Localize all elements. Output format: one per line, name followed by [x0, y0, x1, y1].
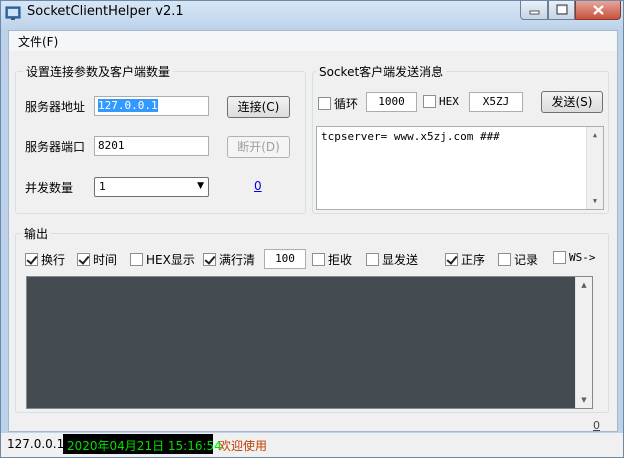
time-label: 时间	[93, 253, 118, 267]
disconnect-button[interactable]: 断开(D)	[227, 136, 290, 158]
output-group: 输出 换行 时间 HEX显示 满行清 100 拒收 显发送 正序 记录 WS->…	[15, 225, 609, 413]
status-ip: 127.0.0.1	[7, 437, 65, 451]
server-port-label: 服务器端口	[25, 140, 86, 154]
server-address-input[interactable]: 127.0.0.1	[94, 96, 209, 116]
menu-bar: 文件(F)	[9, 31, 617, 51]
status-bar: 127.0.0.1 2020年04月21日 15:16:54 欢迎使用	[1, 433, 623, 457]
record-checkbox-box	[498, 253, 511, 266]
ascending-label: 正序	[461, 253, 486, 267]
connection-settings-group: 设置连接参数及客户端数量 服务器地址 127.0.0.1 连接(C) 服务器端口…	[15, 63, 306, 214]
scroll-down-icon[interactable]: ▼	[576, 392, 592, 408]
show-sent-checkbox-box	[366, 253, 379, 266]
maximize-button[interactable]	[548, 1, 575, 20]
send-message-group: Socket客户端发送消息 循环 1000 HEX X5ZJ 发送(S) tcp…	[312, 63, 609, 214]
clear-when-full-checkbox-box	[203, 253, 216, 266]
reject-checkbox-box	[312, 253, 325, 266]
record-label: 记录	[514, 253, 539, 267]
loop-label: 循环	[334, 97, 359, 111]
connection-settings-title: 设置连接参数及客户端数量	[23, 63, 174, 80]
client-area: 文件(F) 设置连接参数及客户端数量 服务器地址 127.0.0.1 连接(C)…	[8, 30, 618, 432]
wrap-checkbox[interactable]: 换行	[25, 251, 65, 268]
loop-checkbox[interactable]: 循环	[318, 95, 358, 112]
ascending-checkbox-box	[445, 253, 458, 266]
time-checkbox[interactable]: 时间	[77, 251, 117, 268]
websocket-label: WS->	[569, 251, 596, 264]
server-address-label: 服务器地址	[25, 100, 86, 114]
send-message-scrollbar[interactable]: ▲ ▼	[586, 127, 603, 209]
ascending-checkbox[interactable]: 正序	[445, 251, 485, 268]
hex-display-checkbox-box	[130, 253, 143, 266]
scroll-up-icon[interactable]: ▲	[576, 277, 592, 293]
hex-display-checkbox[interactable]: HEX显示	[130, 251, 195, 268]
concurrency-count-link[interactable]: 0	[254, 179, 262, 193]
close-button[interactable]	[575, 1, 621, 20]
hex-checkbox[interactable]: HEX	[423, 95, 459, 108]
minimize-icon	[529, 10, 540, 15]
concurrency-select[interactable]: 1 ▼	[94, 177, 209, 197]
server-port-input[interactable]: 8201	[94, 136, 209, 156]
send-message-title: Socket客户端发送消息	[316, 63, 447, 80]
send-button[interactable]: 发送(S)	[541, 91, 603, 113]
menu-file[interactable]: 文件(F)	[18, 33, 58, 50]
wrap-label: 换行	[41, 253, 66, 267]
server-address-value: 127.0.0.1	[98, 99, 158, 112]
record-checkbox[interactable]: 记录	[498, 251, 538, 268]
status-welcome: 欢迎使用	[219, 439, 268, 453]
reject-label: 拒收	[328, 253, 353, 267]
loop-interval-input[interactable]: 1000	[366, 92, 417, 112]
hex-display-label: HEX显示	[146, 253, 195, 267]
clear-when-full-checkbox[interactable]: 满行清	[203, 251, 255, 268]
connect-button[interactable]: 连接(C)	[227, 96, 290, 118]
output-scrollbar[interactable]: ▲ ▼	[575, 277, 592, 408]
clear-when-full-label: 满行清	[219, 253, 256, 267]
wrap-checkbox-box	[25, 253, 38, 266]
scroll-up-icon[interactable]: ▲	[587, 127, 603, 143]
concurrency-value: 1	[99, 180, 106, 193]
concurrency-label: 并发数量	[25, 181, 74, 195]
maximize-icon	[556, 4, 568, 15]
app-window: SocketClientHelper v2.1 文件(F) 设置连接参数及客户端…	[0, 0, 624, 458]
hex-label: HEX	[439, 95, 459, 108]
status-clock: 2020年04月21日 15:16:54	[63, 434, 222, 454]
chevron-down-icon: ▼	[197, 181, 204, 191]
show-sent-label: 显发送	[382, 253, 419, 267]
scroll-down-icon[interactable]: ▼	[587, 193, 603, 209]
key-input[interactable]: X5ZJ	[469, 92, 523, 112]
minimize-button[interactable]	[520, 1, 548, 20]
window-title: SocketClientHelper v2.1	[27, 4, 184, 19]
websocket-checkbox-box	[553, 251, 566, 264]
status-count-link[interactable]: 0	[593, 419, 600, 432]
websocket-checkbox[interactable]: WS->	[553, 251, 596, 264]
show-sent-checkbox[interactable]: 显发送	[366, 251, 418, 268]
output-log[interactable]: ▲ ▼	[26, 276, 593, 409]
loop-checkbox-box	[318, 97, 331, 110]
max-lines-input[interactable]: 100	[264, 249, 306, 269]
title-bar[interactable]: SocketClientHelper v2.1	[1, 1, 623, 29]
time-checkbox-box	[77, 253, 90, 266]
send-message-text: tcpserver= www.x5zj.com ###	[321, 130, 500, 143]
close-icon	[593, 5, 604, 15]
send-message-textarea[interactable]: tcpserver= www.x5zj.com ### ▲ ▼	[316, 126, 604, 210]
output-title: 输出	[21, 225, 52, 242]
hex-checkbox-box	[423, 95, 436, 108]
reject-checkbox[interactable]: 拒收	[312, 251, 352, 268]
app-icon	[5, 6, 21, 20]
